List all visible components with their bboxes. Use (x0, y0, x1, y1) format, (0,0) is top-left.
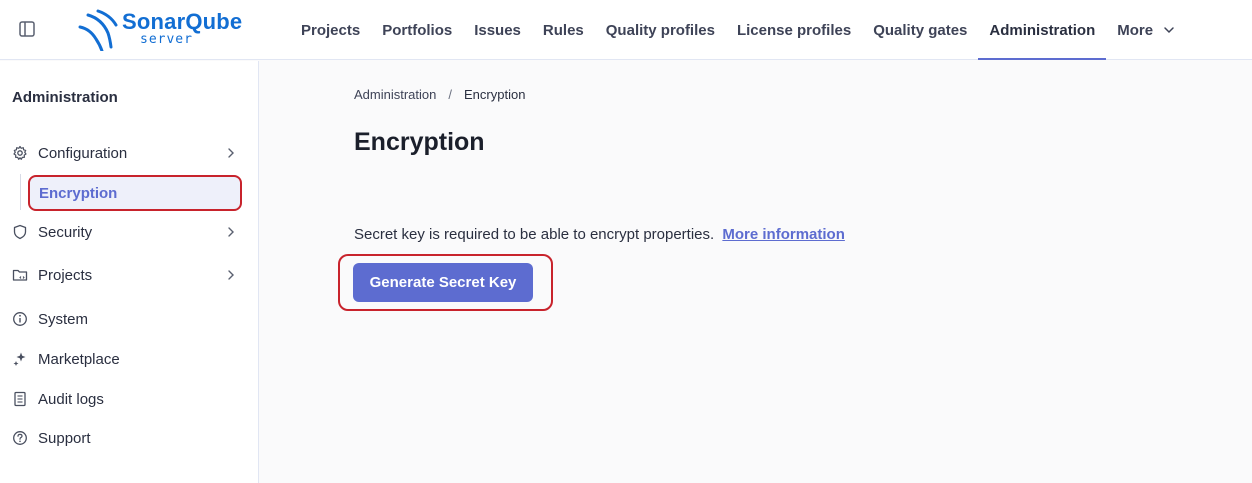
generate-secret-key-button[interactable]: Generate Secret Key (353, 263, 533, 302)
nav-rules[interactable]: Rules (532, 0, 595, 60)
sidebar-item-security[interactable]: Security (0, 214, 258, 250)
shield-icon (13, 224, 27, 240)
nav-issues[interactable]: Issues (463, 0, 532, 60)
nav-license-profiles[interactable]: License profiles (726, 0, 862, 60)
sidebar-item-label: Support (38, 429, 91, 447)
submenu-guide-line (20, 174, 21, 210)
chevron-right-icon (228, 270, 234, 280)
nav-quality-gates[interactable]: Quality gates (862, 0, 978, 60)
sidebar-item-projects[interactable]: Projects (0, 257, 258, 293)
main-nav: Projects Portfolios Issues Rules Quality… (290, 0, 1186, 60)
sidebar-item-audit-logs[interactable]: Audit logs (0, 381, 258, 417)
chevron-right-icon (228, 227, 234, 237)
more-information-link[interactable]: More information (722, 226, 845, 243)
sidebar-subitem-label: Encryption (39, 185, 118, 202)
encryption-description: Secret key is required to be able to enc… (354, 226, 845, 243)
info-icon (13, 312, 27, 326)
sidebar-item-system[interactable]: System (0, 301, 258, 337)
description-text: Secret key is required to be able to enc… (354, 226, 715, 243)
nav-administration[interactable]: Administration (978, 0, 1107, 60)
sidebar-item-label: Marketplace (38, 350, 120, 368)
sidebar-toggle-icon[interactable] (16, 18, 38, 40)
top-navigation-bar: SonarQube server Projects Portfolios Iss… (0, 0, 1252, 60)
admin-sidebar: Administration Configuration Encryption … (0, 61, 259, 483)
nav-more[interactable]: More (1106, 0, 1186, 60)
sidebar-item-label: Projects (38, 266, 93, 284)
help-icon (13, 431, 27, 445)
sidebar-item-label: Security (38, 223, 93, 241)
nav-quality-profiles[interactable]: Quality profiles (595, 0, 726, 60)
breadcrumb: Administration / Encryption (354, 87, 525, 102)
document-icon (14, 391, 26, 407)
breadcrumb-administration[interactable]: Administration (354, 87, 436, 102)
sidebar-subitem-encryption[interactable]: Encryption (28, 175, 242, 211)
sonarqube-logo[interactable]: SonarQube server (76, 7, 256, 53)
logo-subtitle: server (140, 32, 193, 47)
sidebar-item-label: Audit logs (38, 390, 104, 408)
sidebar-title: Administration (12, 89, 118, 106)
sonarqube-waves-icon (78, 9, 118, 51)
breadcrumb-separator: / (448, 87, 452, 102)
sidebar-item-support[interactable]: Support (0, 420, 258, 456)
chevron-right-icon (228, 148, 234, 158)
sidebar-item-configuration[interactable]: Configuration (0, 135, 258, 171)
sidebar-item-label: Configuration (38, 144, 128, 162)
nav-portfolios[interactable]: Portfolios (371, 0, 463, 60)
nav-more-label: More (1117, 21, 1154, 39)
page-title: Encryption (354, 128, 485, 156)
sidebar-item-label: System (38, 310, 89, 328)
marketplace-icon (13, 352, 26, 366)
gear-icon (13, 145, 27, 160)
breadcrumb-encryption: Encryption (464, 87, 526, 102)
sidebar-item-marketplace[interactable]: Marketplace (0, 341, 258, 377)
nav-projects[interactable]: Projects (290, 0, 371, 60)
folder-icon (12, 269, 28, 281)
chevron-down-icon (1164, 27, 1174, 34)
